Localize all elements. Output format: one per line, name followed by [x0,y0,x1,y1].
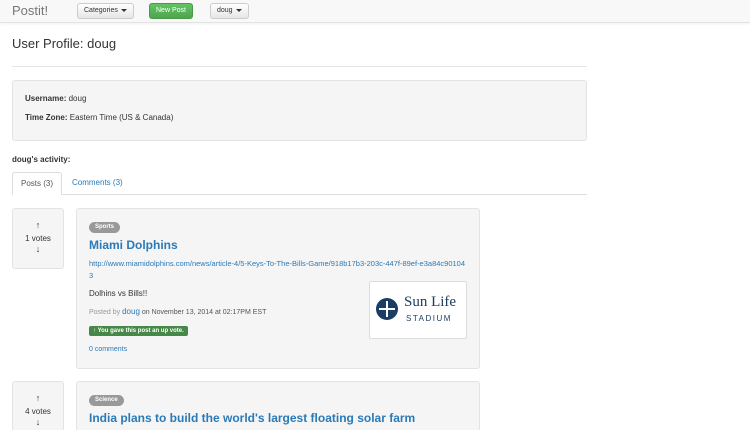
upvote-icon: ↑ [93,328,96,334]
vote-box: ↑ 4 votes ↓ [12,381,64,430]
categories-label: Categories [84,7,118,14]
image-text-line2: STADIUM [406,314,452,323]
username-row: Username: doug [25,94,86,103]
username-value: doug [68,94,87,103]
posted-date: on November 13, 2014 at 02:17PM EST [141,309,267,316]
upvote-arrow-icon[interactable]: ↑ [13,220,63,230]
category-badge[interactable]: Science [89,395,124,406]
new-post-button[interactable]: New Post [149,3,193,19]
chevron-down-icon [235,8,242,12]
vote-count: 4 votes [25,407,51,416]
post-description: Dolhins vs Bills!! [89,289,148,298]
categories-dropdown[interactable]: Categories [77,3,134,19]
timezone-row: Time Zone: Eastern Time (US & Canada) [25,113,173,122]
vote-status-text: You gave this post an up vote. [97,328,184,334]
timezone-label: Time Zone: [25,113,68,122]
downvote-arrow-icon[interactable]: ↓ [13,244,63,254]
profile-panel: Username: doug Time Zone: Eastern Time (… [12,80,587,141]
chevron-down-icon [120,8,127,12]
posted-by-label: Posted by [89,309,121,316]
image-text-line1: Sun Life [404,294,457,310]
tab-posts[interactable]: Posts (3) [12,172,63,195]
post-image[interactable]: Sun Life STADIUM [369,281,467,339]
post-card: Sports Miami Dolphins http://www.miamido… [76,208,480,369]
post-card: Science India plans to build the world's… [76,381,480,430]
category-badge[interactable]: Sports [89,222,121,233]
downvote-arrow-icon[interactable]: ↓ [13,417,63,427]
navbar: Postit! Categories New Post doug [0,0,750,23]
timezone-value: Eastern Time (US & Canada) [69,113,174,122]
comments-link[interactable]: 0 comments [89,346,127,353]
user-label: doug [217,7,233,14]
vote-count: 1 votes [25,234,51,243]
author-link[interactable]: doug [122,307,140,316]
page-title: User Profile: doug [12,36,117,51]
vote-status-badge: ↑ You gave this post an up vote. [89,326,188,336]
divider [12,66,587,67]
vote-box: ↑ 1 votes ↓ [12,208,64,269]
upvote-arrow-icon[interactable]: ↑ [13,393,63,403]
post-title-link[interactable]: Miami Dolphins [89,238,178,252]
brand-logo[interactable]: Postit! [12,3,48,18]
tab-comments[interactable]: Comments (3) [64,172,131,195]
post-meta: Posted by doug on November 13, 2014 at 0… [89,307,266,316]
user-dropdown[interactable]: doug [210,3,249,19]
stadium-logo-icon [376,298,398,320]
post-url-link[interactable]: http://www.miamidolphins.com/news/articl… [89,258,469,282]
post-title-link[interactable]: India plans to build the world's largest… [89,411,415,425]
activity-heading: doug's activity: [12,155,71,164]
username-label: Username: [25,94,67,103]
